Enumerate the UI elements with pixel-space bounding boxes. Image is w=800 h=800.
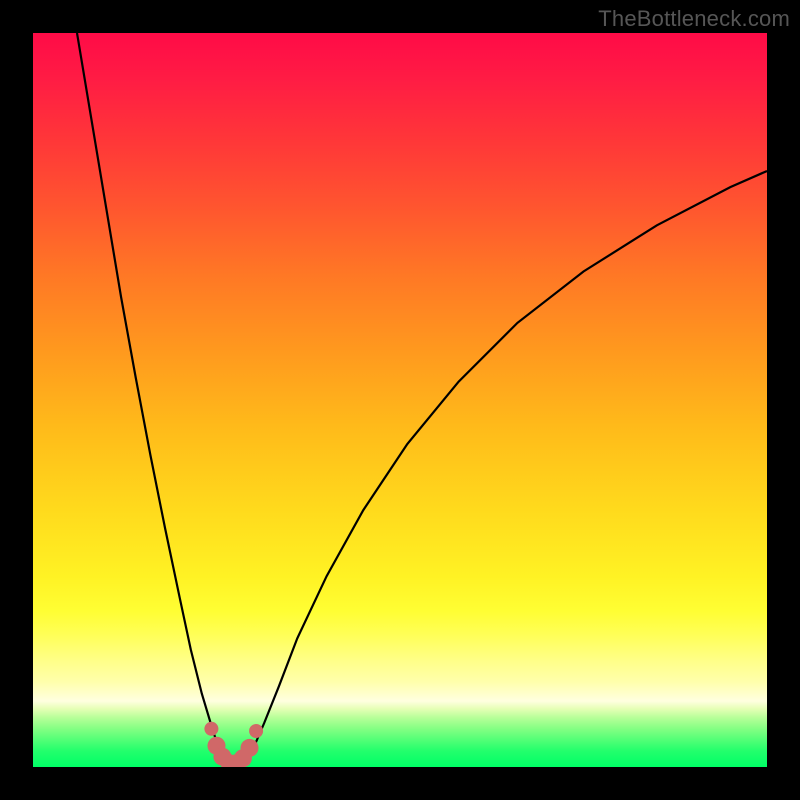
watermark-text: TheBottleneck.com: [598, 6, 790, 32]
bottleneck-dot: [249, 724, 263, 738]
bottleneck-dot: [204, 722, 218, 736]
curve-right-branch: [246, 171, 767, 764]
bottleneck-dot: [241, 739, 259, 757]
curve-left-branch: [77, 33, 228, 764]
plot-area: [33, 33, 767, 767]
curve-svg: [33, 33, 767, 767]
outer-frame: TheBottleneck.com: [0, 0, 800, 800]
bottleneck-marks: [204, 722, 263, 767]
